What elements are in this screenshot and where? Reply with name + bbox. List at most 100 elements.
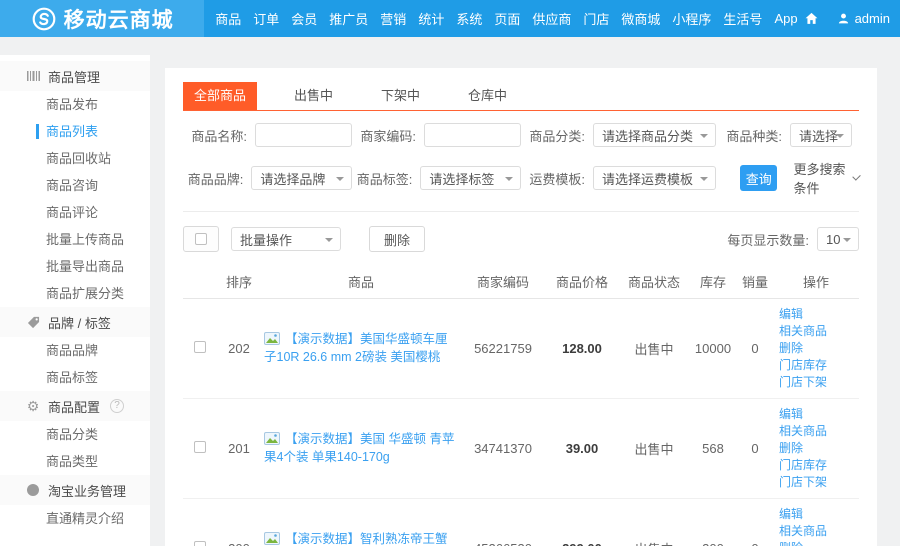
- sidebar-group-brand-tag[interactable]: 品牌 / 标签: [0, 307, 150, 337]
- merchant-code-input[interactable]: [424, 123, 521, 147]
- edit-link[interactable]: 编辑: [779, 507, 803, 521]
- category-label: 商品分类:: [521, 126, 585, 145]
- nav-item-statistics[interactable]: 统计: [412, 0, 450, 37]
- batch-action-select[interactable]: 批量操作: [231, 227, 341, 251]
- delete-link[interactable]: 删除: [779, 541, 803, 546]
- nav-item-life-account[interactable]: 生活号: [717, 0, 768, 37]
- nav-item-goods[interactable]: 商品: [209, 0, 247, 37]
- brand-swirl-icon: [31, 6, 57, 32]
- select-all-checkbox[interactable]: [195, 233, 207, 245]
- related-goods-link[interactable]: 相关商品: [779, 424, 827, 438]
- more-filters-link[interactable]: 更多搜索条件: [793, 159, 859, 197]
- nav-item-promoters[interactable]: 推广员: [323, 0, 374, 37]
- nav-item-members[interactable]: 会员: [285, 0, 323, 37]
- nav-item-system[interactable]: 系统: [450, 0, 488, 37]
- sidebar-item-batch-upload[interactable]: 批量上传商品: [0, 226, 150, 253]
- sidebar-item-goods-list[interactable]: 商品列表: [0, 118, 150, 145]
- sidebar-item-goods-recycle[interactable]: 商品回收站: [0, 145, 150, 172]
- table-row: 200 【演示数据】智利熟冻帝王蟹1.2-1.4kg 45266530 299.…: [183, 498, 859, 546]
- sidebar-group-goods-management[interactable]: 商品管理: [0, 61, 150, 91]
- sidebar-group-taobao[interactable]: 淘宝业务管理: [0, 475, 150, 505]
- nav-item-marketing[interactable]: 营销: [374, 0, 412, 37]
- row-checkbox[interactable]: [194, 441, 206, 453]
- tab-all-goods[interactable]: 全部商品: [183, 82, 257, 110]
- category-select[interactable]: 请选择商品分类: [593, 123, 716, 147]
- checkbox-column-header: [183, 266, 217, 298]
- merchant-code: 56221759: [461, 298, 545, 398]
- nav-item-mini-program[interactable]: 小程序: [666, 0, 717, 37]
- nav-item-stores[interactable]: 门店: [577, 0, 615, 37]
- delete-link[interactable]: 删除: [779, 341, 803, 355]
- sidebar-group-goods-config[interactable]: ⚙ 商品配置 ?: [0, 391, 150, 421]
- nav-item-app[interactable]: App: [768, 0, 803, 37]
- sidebar-item-goods-publish[interactable]: 商品发布: [0, 91, 150, 118]
- per-page-select[interactable]: 10: [817, 227, 859, 251]
- product-name-link[interactable]: 【演示数据】智利熟冻帝王蟹1.2-1.4kg: [264, 532, 448, 546]
- filter-row-1: 商品名称: 商家编码: 商品分类: 请选择商品分类 商品种类: 请选择: [183, 123, 859, 147]
- user-icon: [837, 12, 850, 25]
- sidebar-item-goods-brand[interactable]: 商品品牌: [0, 337, 150, 364]
- tag-select[interactable]: 请选择标签: [420, 166, 521, 190]
- product-name-input[interactable]: [255, 123, 352, 147]
- row-checkbox[interactable]: [194, 541, 206, 546]
- status: 出售中: [619, 498, 689, 546]
- main-panel: 全部商品 出售中 下架中 仓库中 商品名称: 商家编码: 商品分类: 请选择商品…: [165, 68, 877, 546]
- sidebar-group-title: 商品配置: [48, 397, 100, 416]
- goods-table: 排序 商品 商家编码 商品价格 商品状态 库存 销量 操作 202 【演示数据】…: [183, 266, 859, 546]
- sales: 0: [737, 298, 773, 398]
- sidebar-item-goods-extend-category[interactable]: 商品扩展分类: [0, 280, 150, 307]
- brand[interactable]: 移动云商城: [0, 0, 204, 37]
- help-icon[interactable]: ?: [110, 399, 124, 413]
- home-icon[interactable]: [804, 11, 819, 26]
- store-offshelf-link[interactable]: 门店下架: [779, 375, 827, 389]
- sidebar-item-goods-inquiry[interactable]: 商品咨询: [0, 172, 150, 199]
- product-image-icon: [264, 332, 280, 348]
- tag-icon: [26, 316, 40, 329]
- chevron-down-icon: [852, 172, 861, 181]
- nav-item-pages[interactable]: 页面: [488, 0, 526, 37]
- sidebar-item-goods-tag[interactable]: 商品标签: [0, 364, 150, 391]
- col-product: 商品: [261, 266, 461, 298]
- nav-item-suppliers[interactable]: 供应商: [526, 0, 577, 37]
- batch-toolbar: 批量操作 删除 每页显示数量: 10: [183, 226, 859, 252]
- table-row: 202 【演示数据】美国华盛顿车厘子10R 26.6 mm 2磅装 美国樱桃 5…: [183, 298, 859, 398]
- row-checkbox[interactable]: [194, 341, 206, 353]
- freight-select[interactable]: 请选择运费模板: [593, 166, 716, 190]
- store-stock-link[interactable]: 门店库存: [779, 358, 827, 372]
- edit-link[interactable]: 编辑: [779, 407, 803, 421]
- status: 出售中: [619, 398, 689, 498]
- user-menu[interactable]: admin: [837, 11, 890, 26]
- delete-button[interactable]: 删除: [369, 226, 425, 252]
- kind-select[interactable]: 请选择: [790, 123, 852, 147]
- select-all-button[interactable]: [183, 226, 219, 252]
- delete-link[interactable]: 删除: [779, 441, 803, 455]
- status: 出售中: [619, 298, 689, 398]
- tab-in-warehouse[interactable]: 仓库中: [457, 82, 518, 110]
- nav-item-micro-mall[interactable]: 微商城: [615, 0, 666, 37]
- tab-on-sale[interactable]: 出售中: [283, 82, 344, 110]
- sidebar-item-batch-export[interactable]: 批量导出商品: [0, 253, 150, 280]
- store-offshelf-link[interactable]: 门店下架: [779, 475, 827, 489]
- sales: 0: [737, 498, 773, 546]
- store-stock-link[interactable]: 门店库存: [779, 458, 827, 472]
- edit-link[interactable]: 编辑: [779, 307, 803, 321]
- related-goods-link[interactable]: 相关商品: [779, 324, 827, 338]
- table-row: 201 【演示数据】美国 华盛顿 青苹果4个装 单果140-170g 34741…: [183, 398, 859, 498]
- merchant-code: 45266530: [461, 498, 545, 546]
- nav-right: admin: [804, 0, 900, 37]
- product-name-link[interactable]: 【演示数据】美国华盛顿车厘子10R 26.6 mm 2磅装 美国樱桃: [264, 332, 448, 364]
- username: admin: [855, 11, 890, 26]
- product-name-link[interactable]: 【演示数据】美国 华盛顿 青苹果4个装 单果140-170g: [264, 432, 454, 464]
- col-stock: 库存: [689, 266, 737, 298]
- nav-item-orders[interactable]: 订单: [247, 0, 285, 37]
- search-button[interactable]: 查询: [740, 165, 777, 191]
- col-status: 商品状态: [619, 266, 689, 298]
- brand-select[interactable]: 请选择品牌: [251, 166, 352, 190]
- related-goods-link[interactable]: 相关商品: [779, 524, 827, 538]
- sidebar-item-goods-type[interactable]: 商品类型: [0, 448, 150, 475]
- tab-off-shelf[interactable]: 下架中: [370, 82, 431, 110]
- sidebar-group-title: 商品管理: [48, 67, 100, 86]
- sidebar-item-goods-category[interactable]: 商品分类: [0, 421, 150, 448]
- sidebar-item-goods-comments[interactable]: 商品评论: [0, 199, 150, 226]
- sidebar-item-zhitong-intro[interactable]: 直通精灵介绍: [0, 505, 150, 532]
